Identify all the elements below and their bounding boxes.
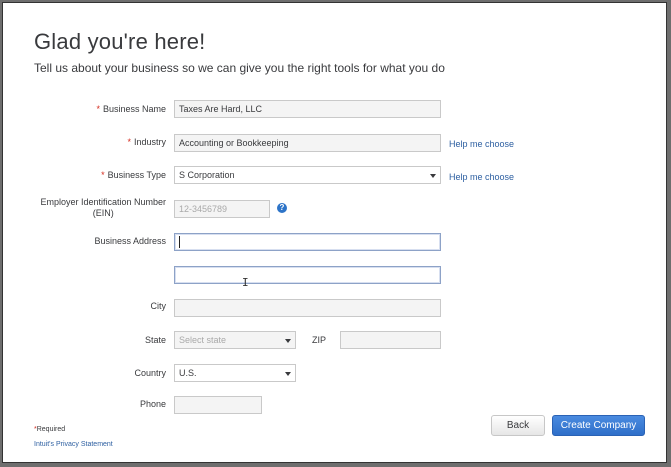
country-label: Country — [134, 368, 166, 378]
industry-label: * Industry — [127, 137, 166, 147]
industry-input[interactable]: Accounting or Bookkeeping — [174, 134, 441, 152]
zip-input[interactable] — [340, 331, 441, 349]
business-address-line1-input[interactable] — [174, 233, 441, 251]
back-button[interactable]: Back — [491, 415, 545, 436]
phone-label: Phone — [139, 399, 166, 409]
state-placeholder: Select state — [179, 335, 227, 345]
app-window: Glad you're here! Tell us about your bus… — [2, 2, 667, 463]
business-type-value: S Corporation — [179, 170, 235, 180]
business-address-label: Business Address — [94, 236, 166, 246]
industry-help-link[interactable]: Help me choose — [449, 139, 514, 149]
business-type-select[interactable]: S Corporation — [174, 166, 441, 184]
city-input[interactable] — [174, 299, 441, 317]
state-label: State — [144, 335, 166, 345]
business-address-line2-input[interactable] — [174, 266, 441, 284]
caret-down-icon — [430, 174, 436, 178]
ein-label: Employer Identification Number (EIN) — [40, 197, 166, 218]
business-name-input[interactable]: Taxes Are Hard, LLC — [174, 100, 441, 118]
page-title: Glad you're here! — [34, 29, 206, 54]
required-marker: * — [96, 104, 100, 114]
city-label: City — [150, 301, 167, 311]
state-select[interactable]: Select state — [174, 331, 296, 349]
business-type-help-link[interactable]: Help me choose — [449, 172, 514, 182]
text-caret — [179, 236, 180, 248]
required-marker: * — [127, 137, 131, 147]
phone-input[interactable] — [174, 396, 262, 414]
country-value: U.S. — [179, 368, 197, 378]
question-circle-icon[interactable]: ? — [277, 203, 287, 213]
business-type-label: * Business Type — [101, 170, 166, 180]
create-company-button[interactable]: Create Company — [552, 415, 645, 436]
page-subtitle: Tell us about your business so we can gi… — [34, 61, 445, 75]
country-select[interactable]: U.S. — [174, 364, 296, 382]
zip-label: ZIP — [311, 335, 326, 345]
privacy-statement-link[interactable]: Intuit's Privacy Statement — [34, 441, 113, 448]
caret-down-icon — [285, 339, 291, 343]
required-marker: * — [101, 170, 105, 180]
business-name-label: * Business Name — [96, 104, 166, 114]
ein-input[interactable]: 12-3456789 — [174, 200, 270, 218]
caret-down-icon — [285, 372, 291, 376]
text-cursor-icon: I — [242, 276, 249, 289]
required-note: *Required — [34, 426, 66, 433]
